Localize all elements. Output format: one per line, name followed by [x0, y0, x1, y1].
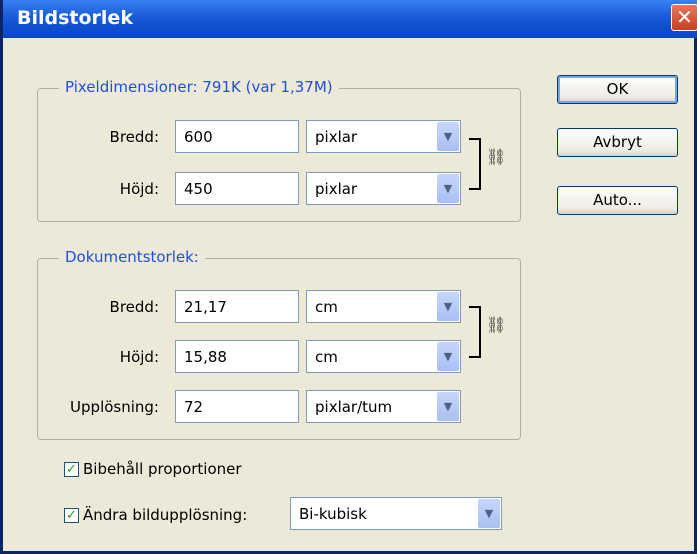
resolution-label: Upplösning: — [70, 398, 159, 416]
pixel-height-label: Höjd: — [119, 180, 159, 198]
resolution-unit-value: pixlar/tum — [315, 398, 393, 416]
pixel-height-unit-value: pixlar — [315, 180, 358, 198]
chevron-down-icon[interactable]: ▼ — [478, 499, 500, 528]
chevron-down-icon[interactable]: ▼ — [437, 174, 459, 203]
document-size-legend: Dokumentstorlek: — [59, 248, 205, 266]
doc-height-label: Höjd: — [119, 348, 159, 366]
ok-button[interactable]: OK — [557, 75, 678, 104]
checkmark-icon: ✓ — [66, 508, 77, 523]
title-bar[interactable]: Bildstorlek ✕ — [3, 0, 697, 38]
image-size-dialog: Bildstorlek ✕ Pixeldimensioner: 791K (va… — [0, 0, 697, 554]
doc-width-unit-value: cm — [315, 298, 338, 316]
pixel-width-unit-select[interactable]: pixlar ▼ — [306, 120, 461, 153]
pixel-dimensions-legend: Pixeldimensioner: 791K (var 1,37M) — [59, 78, 339, 96]
doc-width-unit-select[interactable]: cm ▼ — [306, 290, 461, 323]
resample-image-label[interactable]: Ändra bildupplösning: — [83, 506, 247, 524]
dialog-title: Bildstorlek — [17, 7, 133, 29]
chevron-down-icon[interactable]: ▼ — [437, 292, 459, 321]
doc-width-label: Bredd: — [109, 298, 159, 316]
chain-link-icon: ⛓ — [486, 147, 507, 166]
constrain-proportions-checkbox[interactable]: ✓ — [64, 462, 79, 477]
doc-width-input[interactable]: 21,17 — [175, 290, 299, 323]
checkmark-icon: ✓ — [66, 462, 77, 477]
doc-height-unit-select[interactable]: cm ▼ — [306, 340, 461, 373]
resolution-input[interactable]: 72 — [175, 390, 299, 423]
resample-image-checkbox[interactable]: ✓ — [64, 508, 79, 523]
constrain-proportions-label[interactable]: Bibehåll proportioner — [83, 460, 242, 478]
chevron-down-icon[interactable]: ▼ — [437, 342, 459, 371]
pixel-width-label: Bredd: — [109, 128, 159, 146]
cancel-button[interactable]: Avbryt — [557, 128, 678, 157]
close-button[interactable]: ✕ — [671, 4, 697, 31]
pixel-height-input[interactable]: 450 — [175, 172, 299, 205]
chevron-down-icon[interactable]: ▼ — [437, 122, 459, 151]
resolution-unit-select[interactable]: pixlar/tum ▼ — [306, 390, 461, 423]
doc-link-bracket — [469, 306, 481, 358]
doc-height-unit-value: cm — [315, 348, 338, 366]
chevron-down-icon[interactable]: ▼ — [437, 392, 459, 421]
pixel-width-unit-value: pixlar — [315, 128, 358, 146]
doc-height-input[interactable]: 15,88 — [175, 340, 299, 373]
resample-method-select[interactable]: Bi-kubisk ▼ — [290, 497, 502, 530]
resample-method-value: Bi-kubisk — [299, 505, 367, 523]
chain-link-icon: ⛓ — [486, 315, 507, 334]
auto-button[interactable]: Auto... — [557, 186, 678, 215]
pixel-link-bracket — [469, 138, 481, 190]
pixel-width-input[interactable]: 600 — [175, 120, 299, 153]
pixel-height-unit-select[interactable]: pixlar ▼ — [306, 172, 461, 205]
